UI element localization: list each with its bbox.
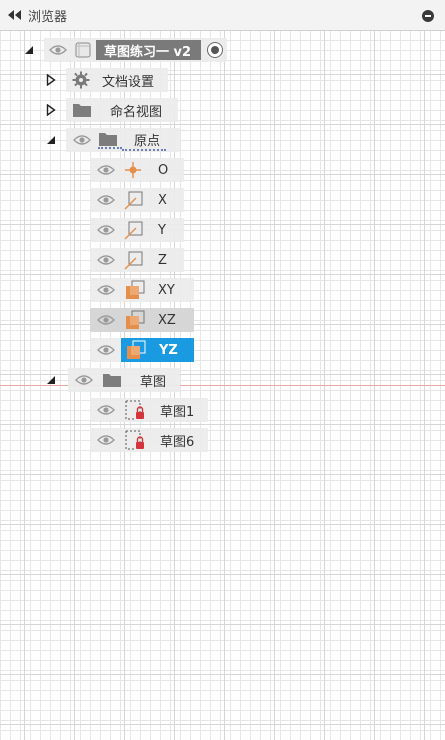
- tree-row-sketches[interactable]: 草图: [44, 368, 180, 392]
- expanded-triangle-icon[interactable]: [44, 373, 58, 387]
- origin-point-icon: [124, 161, 142, 179]
- folder-icon: [102, 372, 122, 388]
- sketch-6-label: 草图6: [160, 434, 195, 450]
- doc-settings-label: 文档设置: [102, 74, 155, 90]
- yz-plane-chip[interactable]: YZ: [90, 338, 194, 362]
- visibility-eye-icon[interactable]: [96, 163, 116, 177]
- panel-title: 浏览器: [28, 9, 68, 25]
- folder-icon: [98, 131, 122, 149]
- sketch-6-chip[interactable]: 草图6: [90, 428, 208, 452]
- folder-icon: [72, 102, 92, 118]
- sketch-icon: [124, 429, 146, 451]
- xy-plane-label: XY: [158, 282, 175, 298]
- visibility-eye-icon[interactable]: [96, 193, 116, 207]
- panel-minimize-icon[interactable]: [422, 10, 434, 22]
- root-label-text: 草图练习一 v2: [104, 44, 192, 60]
- origin-item-o[interactable]: O: [90, 158, 184, 182]
- visibility-eye-icon[interactable]: [74, 373, 94, 387]
- yz-plane-label: YZ: [159, 342, 178, 358]
- sketch-item-1[interactable]: 草图1: [90, 398, 208, 422]
- tree-row-doc-settings[interactable]: 文档设置: [44, 68, 168, 92]
- visibility-eye-icon[interactable]: [96, 253, 116, 267]
- gear-icon: [72, 71, 90, 89]
- collapsed-triangle-icon[interactable]: [44, 73, 58, 87]
- sketches-chip[interactable]: 草图: [68, 368, 180, 392]
- origin-item-xy[interactable]: XY: [90, 278, 194, 302]
- origin-o-label: O: [158, 162, 169, 178]
- xy-plane-chip[interactable]: XY: [90, 278, 194, 302]
- z-axis-chip[interactable]: Z: [90, 248, 184, 272]
- visibility-eye-icon[interactable]: [96, 223, 116, 237]
- axis-icon: [124, 250, 144, 270]
- xz-plane-chip[interactable]: XZ: [90, 308, 194, 332]
- axis-icon: [124, 220, 144, 240]
- doc-settings-chip[interactable]: 文档设置: [66, 68, 168, 92]
- visibility-eye-icon[interactable]: [96, 283, 116, 297]
- root-chip[interactable]: 草图练习一 v2: [44, 38, 228, 62]
- sketch-1-chip[interactable]: 草图1: [90, 398, 208, 422]
- visibility-eye-icon[interactable]: [96, 403, 116, 417]
- named-views-label: 命名视图: [110, 104, 163, 120]
- origin-label: 原点: [122, 130, 167, 151]
- collapsed-triangle-icon[interactable]: [44, 103, 58, 117]
- x-axis-chip[interactable]: X: [90, 188, 184, 212]
- xz-plane-label: XZ: [158, 312, 176, 328]
- sketch-1-label: 草图1: [160, 404, 195, 420]
- y-axis-label: Y: [158, 222, 166, 238]
- x-axis-label: X: [158, 192, 167, 208]
- double-left-arrow-icon: [8, 10, 21, 20]
- browser-panel-header: 浏览器: [0, 0, 445, 31]
- axis-icon: [124, 190, 144, 210]
- root-component-label[interactable]: 草图练习一 v2: [96, 40, 202, 60]
- sketch-item-6[interactable]: 草图6: [90, 428, 208, 452]
- origin-chip[interactable]: 原点: [66, 128, 180, 152]
- visibility-eye-icon[interactable]: [96, 433, 116, 447]
- yz-plane-selected[interactable]: YZ: [121, 338, 194, 362]
- visibility-eye-icon[interactable]: [48, 43, 68, 57]
- sketches-label: 草图: [140, 374, 167, 390]
- plane-icon: [125, 339, 147, 361]
- z-axis-label: Z: [158, 252, 167, 268]
- visibility-eye-icon[interactable]: [96, 313, 116, 327]
- origin-item-z[interactable]: Z: [90, 248, 184, 272]
- origin-point-chip[interactable]: O: [90, 158, 184, 182]
- plane-icon: [124, 309, 146, 331]
- named-views-chip[interactable]: 命名视图: [66, 98, 178, 122]
- tree-row-origin[interactable]: 原点: [44, 128, 180, 152]
- plane-icon: [124, 279, 146, 301]
- expanded-triangle-icon[interactable]: [44, 133, 58, 147]
- visibility-eye-icon[interactable]: [72, 133, 92, 147]
- origin-item-y[interactable]: Y: [90, 218, 184, 242]
- activate-component-radio[interactable]: [207, 42, 224, 58]
- component-cube-icon: [74, 41, 92, 59]
- visibility-eye-icon[interactable]: [96, 343, 116, 357]
- tree-root-row[interactable]: 草图练习一 v2: [22, 38, 228, 62]
- y-axis-chip[interactable]: Y: [90, 218, 184, 242]
- sketch-icon: [124, 399, 146, 421]
- origin-item-yz[interactable]: YZ: [90, 338, 194, 362]
- collapse-panel-button[interactable]: [4, 4, 26, 26]
- tree-row-named-views[interactable]: 命名视图: [44, 98, 178, 122]
- expanded-triangle-icon[interactable]: [22, 43, 36, 57]
- origin-item-xz[interactable]: XZ: [90, 308, 194, 332]
- origin-item-x[interactable]: X: [90, 188, 184, 212]
